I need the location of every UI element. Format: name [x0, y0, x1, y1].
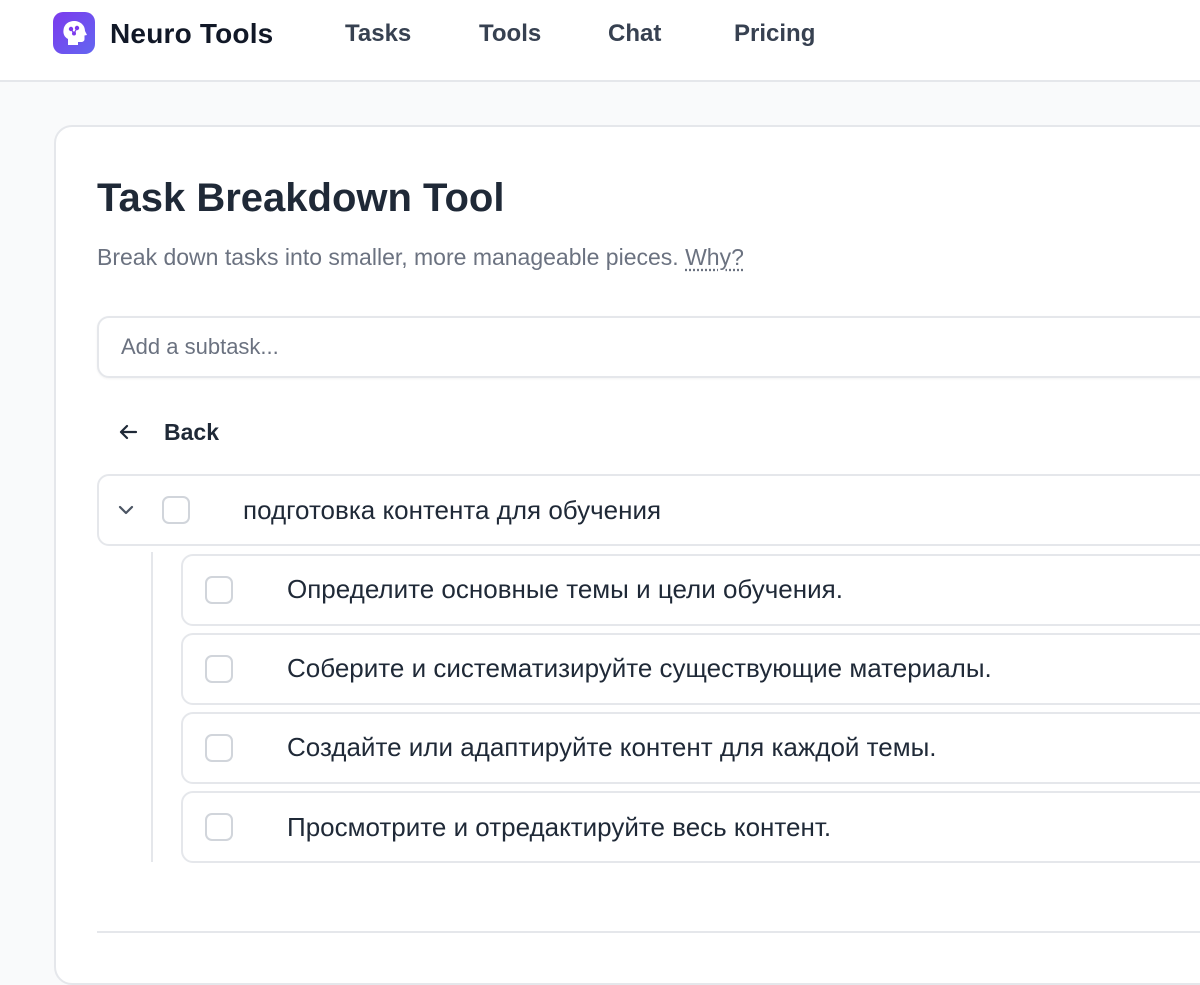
- subtask-tree-line: [151, 552, 153, 862]
- nav-pricing[interactable]: Pricing: [734, 20, 815, 48]
- subtask-label: Определите основные темы и цели обучения…: [287, 574, 843, 604]
- arrow-left-icon: [110, 414, 146, 450]
- divider: [97, 931, 1200, 933]
- add-subtask-input[interactable]: [97, 316, 1200, 378]
- top-navigation: Neuro Tools Tasks Tools Chat Pricing: [0, 0, 1200, 82]
- subtask-checkbox[interactable]: [205, 655, 233, 683]
- subtask-label: Создайте или адаптируйте контент для каж…: [287, 732, 937, 762]
- back-label: Back: [164, 418, 219, 445]
- subtask-checkbox[interactable]: [205, 813, 233, 841]
- chevron-down-icon[interactable]: [112, 496, 140, 524]
- subtask-checkbox[interactable]: [205, 576, 233, 604]
- subtitle-text: Break down tasks into smaller, more mana…: [97, 244, 679, 270]
- nav-chat[interactable]: Chat: [608, 20, 661, 48]
- page-title: Task Breakdown Tool: [97, 176, 505, 220]
- subtask-checkbox[interactable]: [205, 734, 233, 762]
- brain-head-icon[interactable]: [53, 12, 95, 54]
- subtask-label: Просмотрите и отредактируйте весь контен…: [287, 812, 832, 842]
- task-checkbox[interactable]: [162, 496, 190, 524]
- brand-name[interactable]: Neuro Tools: [110, 18, 273, 50]
- task-label: подготовка контента для обучения: [243, 495, 662, 525]
- nav-tasks[interactable]: Tasks: [345, 20, 411, 48]
- subtask-label: Соберите и систематизируйте существующие…: [287, 653, 992, 683]
- page-subtitle: Break down tasks into smaller, more mana…: [97, 244, 744, 271]
- nav-tools[interactable]: Tools: [479, 20, 541, 48]
- why-link[interactable]: Why?: [685, 244, 744, 270]
- back-button[interactable]: Back: [110, 412, 219, 452]
